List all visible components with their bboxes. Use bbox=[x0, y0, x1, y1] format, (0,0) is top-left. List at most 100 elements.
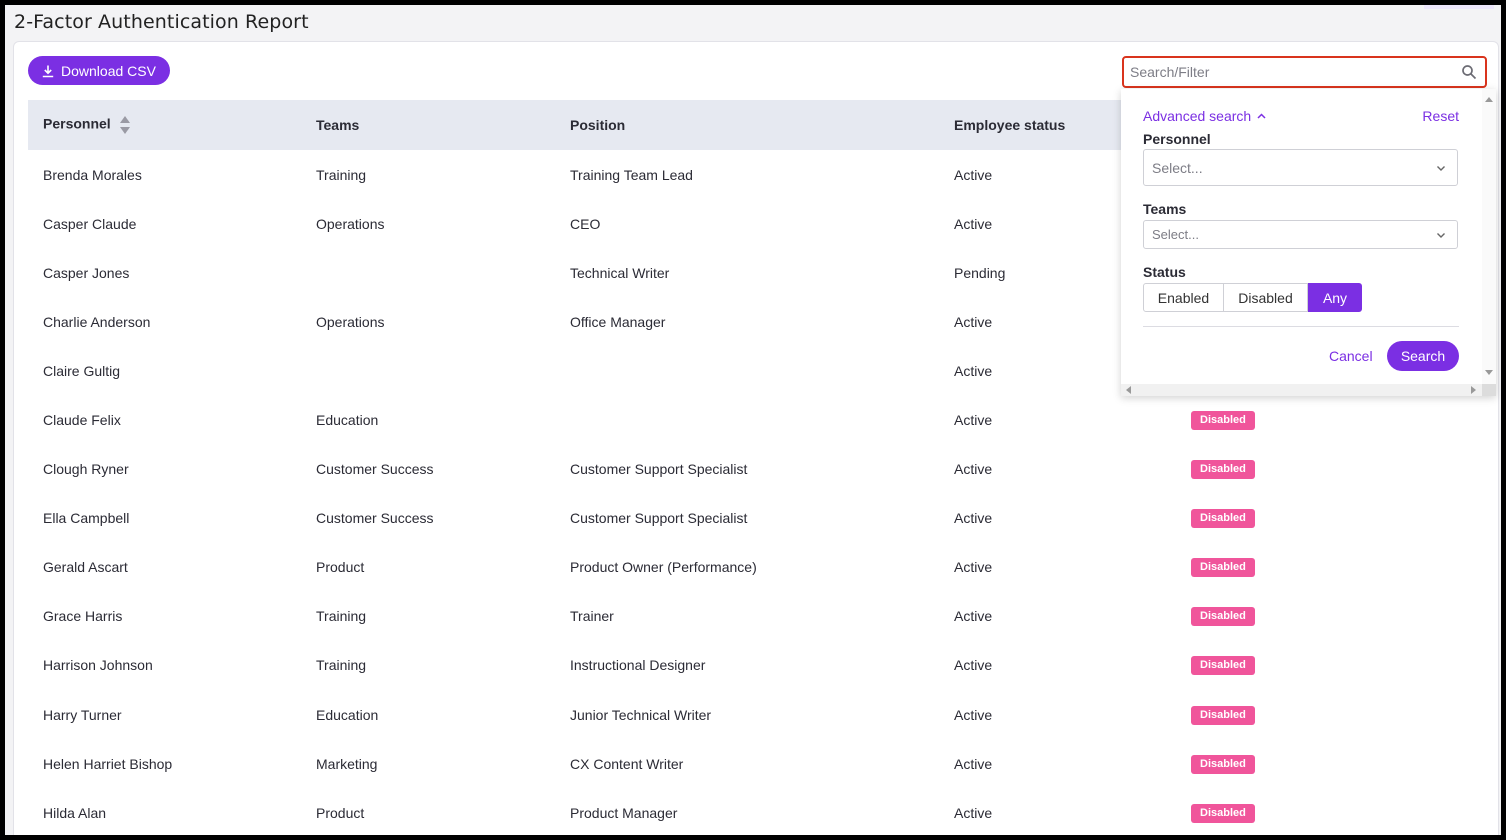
status-badge: Disabled bbox=[1191, 411, 1255, 431]
cancel-button[interactable]: Cancel bbox=[1329, 348, 1373, 364]
cell-position: Instructional Designer bbox=[570, 657, 706, 674]
advanced-search-toggle[interactable]: Advanced search bbox=[1143, 108, 1266, 124]
cell-team: Operations bbox=[316, 313, 385, 330]
personnel-select[interactable]: Select... bbox=[1143, 149, 1458, 186]
personnel-select-value: Select... bbox=[1152, 159, 1203, 176]
cell-personnel: Claude Felix bbox=[43, 412, 121, 429]
search-button[interactable]: Search bbox=[1387, 341, 1459, 371]
search-input[interactable] bbox=[1124, 60, 1461, 84]
column-header-teams[interactable]: Teams bbox=[301, 100, 555, 150]
cell-team bbox=[301, 346, 555, 395]
table-row[interactable]: Ella Campbell Customer Success Customer Su… bbox=[28, 494, 1488, 543]
chevron-down-icon bbox=[1437, 165, 1445, 171]
cell-team: Product bbox=[316, 804, 365, 821]
table-row[interactable]: Hilda Alan Product Product Manager Active Di… bbox=[28, 788, 1488, 835]
scroll-right-arrow-icon[interactable] bbox=[1471, 386, 1476, 394]
sort-icon[interactable] bbox=[119, 115, 131, 135]
cell-position: Customer Support Specialist bbox=[570, 461, 748, 478]
cell-position: CX Content Writer bbox=[570, 755, 684, 772]
download-icon bbox=[42, 65, 54, 77]
table-row[interactable]: Clough Ryner Customer Success Customer Sup… bbox=[28, 445, 1488, 494]
cell-position bbox=[555, 395, 939, 444]
app-frame: 2-Factor Authentication Report Download … bbox=[5, 5, 1501, 835]
cell-personnel: Grace Harris bbox=[43, 608, 123, 625]
cell-2fa-status: Disabled bbox=[1176, 641, 1488, 690]
cell-team: Education bbox=[316, 706, 379, 723]
cell-2fa-status: Disabled bbox=[1176, 494, 1488, 543]
cell-personnel: Brenda Morales bbox=[43, 166, 142, 183]
cell-employee-status: Active bbox=[954, 608, 993, 625]
cell-2fa-status: Disabled bbox=[1176, 739, 1488, 788]
cell-team bbox=[301, 248, 555, 297]
search-filter-box[interactable] bbox=[1122, 56, 1487, 88]
cell-personnel: Clough Ryner bbox=[43, 461, 129, 478]
download-csv-button[interactable]: Download CSV bbox=[28, 56, 170, 85]
personnel-label: Personnel bbox=[1143, 131, 1211, 147]
scroll-left-arrow-icon[interactable] bbox=[1126, 386, 1131, 394]
cell-team: Training bbox=[316, 166, 367, 183]
cell-personnel: Charlie Anderson bbox=[43, 313, 151, 330]
table-row[interactable]: Harrison Johnson Training Instructional De… bbox=[28, 641, 1488, 690]
cell-employee-status: Active bbox=[954, 755, 993, 772]
cell-personnel: Claire Gultig bbox=[43, 362, 121, 379]
cell-personnel: Helen Harriet Bishop bbox=[43, 755, 173, 772]
vertical-scrollbar[interactable] bbox=[1482, 89, 1496, 384]
cell-team: Product bbox=[316, 559, 365, 576]
cell-position: Junior Technical Writer bbox=[570, 706, 712, 723]
cell-employee-status: Active bbox=[954, 461, 993, 478]
cell-team: Marketing bbox=[316, 755, 378, 772]
cell-2fa-status: Disabled bbox=[1176, 788, 1488, 835]
cell-2fa-status: Disabled bbox=[1176, 543, 1488, 592]
table-row[interactable]: Harry Turner Education Junior Technical Wr… bbox=[28, 690, 1488, 739]
cell-position: Technical Writer bbox=[570, 264, 670, 281]
status-segmented-control: Enabled Disabled Any bbox=[1143, 283, 1362, 312]
status-badge: Disabled bbox=[1191, 803, 1255, 823]
status-option-any[interactable]: Any bbox=[1308, 283, 1362, 312]
status-badge: Disabled bbox=[1191, 656, 1255, 676]
search-icon[interactable] bbox=[1461, 64, 1477, 80]
page-title: 2-Factor Authentication Report bbox=[14, 11, 309, 33]
table-row[interactable]: Gerald Ascart Product Product Owner (Perfo… bbox=[28, 543, 1488, 592]
chevron-down-icon bbox=[1437, 232, 1445, 238]
cell-position: Product Owner (Performance) bbox=[570, 559, 757, 576]
cell-team: Customer Success bbox=[316, 510, 434, 527]
cell-employee-status: Active bbox=[954, 510, 993, 527]
chevron-up-icon bbox=[1257, 113, 1266, 119]
cell-personnel: Casper Jones bbox=[43, 264, 130, 281]
cell-2fa-status: Disabled bbox=[1176, 592, 1488, 641]
status-option-enabled[interactable]: Enabled bbox=[1143, 283, 1224, 312]
teams-select[interactable]: Select... bbox=[1143, 220, 1458, 249]
status-badge: Disabled bbox=[1191, 607, 1255, 627]
status-label: Status bbox=[1143, 264, 1186, 280]
table-row[interactable]: Claude Felix Education Active Disabled bbox=[28, 395, 1488, 444]
status-badge: Disabled bbox=[1191, 705, 1255, 725]
column-header-position[interactable]: Position bbox=[555, 100, 939, 150]
cell-position: Trainer bbox=[570, 608, 614, 625]
status-badge: Disabled bbox=[1191, 509, 1255, 529]
table-row[interactable]: Helen Harriet Bishop Marketing CX Content … bbox=[28, 739, 1488, 788]
reset-link[interactable]: Reset bbox=[1422, 108, 1459, 124]
cell-employee-status: Active bbox=[954, 804, 993, 821]
download-csv-label: Download CSV bbox=[61, 62, 156, 79]
status-badge: Disabled bbox=[1191, 754, 1255, 774]
cell-position: Product Manager bbox=[570, 804, 678, 821]
cell-2fa-status: Disabled bbox=[1176, 445, 1488, 494]
column-header-personnel[interactable]: Personnel bbox=[28, 100, 301, 150]
status-option-disabled[interactable]: Disabled bbox=[1224, 283, 1308, 312]
scroll-up-arrow-icon[interactable] bbox=[1485, 97, 1493, 102]
cell-personnel: Hilda Alan bbox=[43, 804, 107, 821]
scroll-down-arrow-icon[interactable] bbox=[1485, 370, 1493, 375]
cell-employee-status: Active bbox=[954, 412, 993, 429]
cell-position: Training Team Lead bbox=[570, 166, 693, 183]
cell-employee-status: Active bbox=[954, 559, 993, 576]
teams-select-value: Select... bbox=[1152, 227, 1199, 242]
horizontal-scrollbar[interactable] bbox=[1121, 384, 1482, 396]
cell-personnel: Harry Turner bbox=[43, 706, 122, 723]
cell-2fa-status: Disabled bbox=[1176, 690, 1488, 739]
cell-2fa-status: Disabled bbox=[1176, 395, 1488, 444]
cell-position: CEO bbox=[570, 215, 601, 232]
cell-personnel: Harrison Johnson bbox=[43, 657, 153, 674]
advanced-search-dropdown: Advanced search Reset Personnel Select..… bbox=[1121, 89, 1496, 396]
table-row[interactable]: Grace Harris Training Trainer Active Disable… bbox=[28, 592, 1488, 641]
cell-personnel: Ella Campbell bbox=[43, 510, 130, 527]
